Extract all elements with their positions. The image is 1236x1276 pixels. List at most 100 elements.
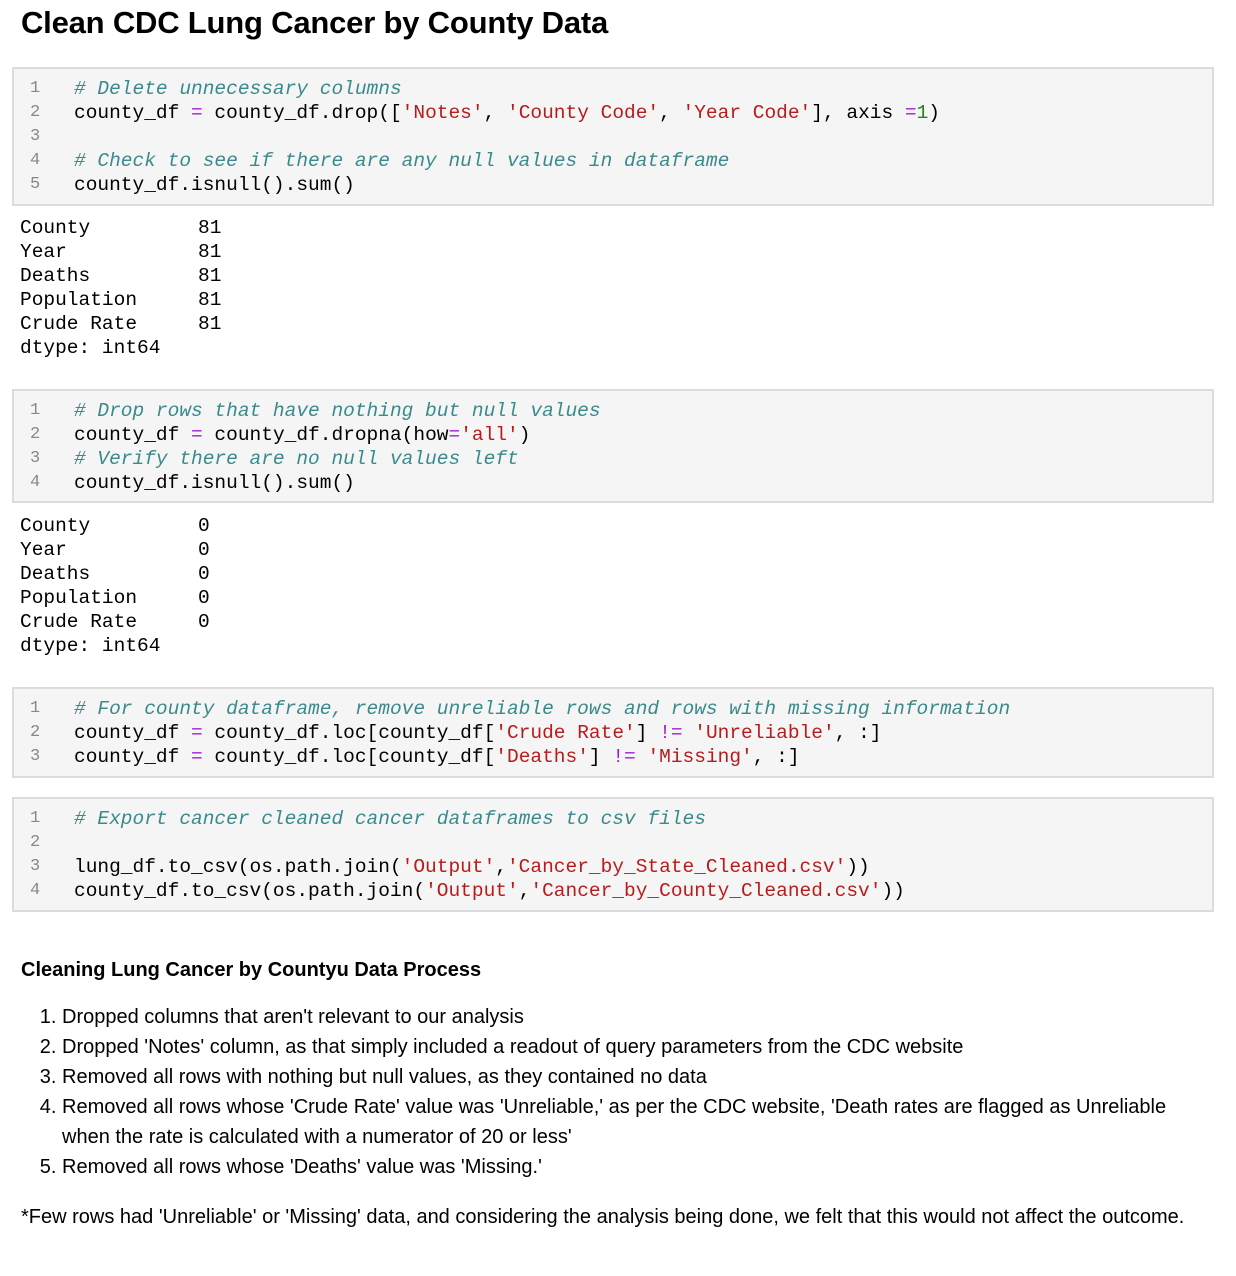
code-comment: # Export cancer cleaned cancer dataframe… [74, 808, 706, 830]
code-token: ] [588, 746, 613, 768]
output-key: Crude Rate [20, 313, 138, 335]
output-row: County 81 [20, 216, 221, 240]
code-text: # Drop rows that have nothing but null v… [74, 399, 601, 423]
code-token: )) [846, 856, 870, 878]
page-title: Clean CDC Lung Cancer by County Data [21, 5, 609, 40]
code-token: ], axis [811, 102, 905, 124]
code-token: county_df.loc[county_df[ [202, 746, 496, 768]
code-operator: != [659, 722, 683, 744]
code-token: county_df.dropna(how [202, 424, 449, 446]
code-token: , [483, 102, 507, 124]
line-number: 3 [30, 857, 41, 876]
code-text: county_df = county_df.loc[county_df['Dea… [74, 745, 800, 769]
code-cell[interactable]: 1 # Drop rows that have nothing but null … [12, 389, 1214, 503]
line-number: 3 [30, 747, 41, 766]
markdown-cell: Cleaning Lung Cancer by Countyu Data Pro… [21, 957, 1211, 1232]
output-key: Year [20, 539, 67, 561]
output-value: 81 [198, 289, 222, 311]
output-value: 0 [198, 515, 210, 537]
code-token: county_df.isnull().sum() [74, 472, 355, 494]
code-text: county_df = county_df.drop(['Notes', 'Co… [74, 101, 940, 125]
output-row: Population 0 [20, 586, 210, 610]
code-operator: = [191, 102, 203, 124]
output-row: Deaths 0 [20, 562, 210, 586]
code-text: county_df.isnull().sum() [74, 471, 355, 495]
cell-output: County 81 Year 81 Deaths 81 Population 81 Crude … [20, 216, 221, 360]
output-key: Crude Rate [20, 611, 138, 633]
line-number: 2 [30, 103, 41, 122]
line-number: 1 [30, 699, 41, 718]
list-item: Removed all rows whose 'Deaths' value wa… [62, 1152, 1211, 1182]
code-string: 'Cancer_by_State_Cleaned.csv' [506, 856, 847, 878]
code-operator: = [191, 746, 203, 768]
output-row: Deaths 81 [20, 264, 221, 288]
code-token: , [659, 102, 683, 124]
output-value: 81 [198, 313, 222, 335]
code-token: county_df.drop([ [202, 102, 402, 124]
code-string: 'County Code' [507, 102, 660, 124]
code-string: 'all' [460, 424, 519, 446]
code-operator: = [191, 424, 203, 446]
output-value: 0 [198, 563, 210, 585]
code-token: county_df [74, 746, 192, 768]
output-row: Year 81 [20, 240, 221, 264]
code-text: # Export cancer cleaned cancer dataframe… [74, 807, 706, 831]
code-token: , [518, 880, 531, 902]
code-string: 'Deaths' [495, 746, 589, 768]
list-item: Dropped columns that aren't relevant to … [62, 1002, 1211, 1032]
code-token: lung_df.to_csv(os.path.join( [74, 856, 402, 878]
code-token: county_df.to_csv(os.path.join( [74, 880, 426, 902]
code-token: , :] [752, 746, 800, 768]
line-number: 2 [30, 833, 41, 852]
code-comment: # Verify there are no null values left [74, 448, 519, 470]
output-key: County [20, 515, 91, 537]
code-cell[interactable]: 1 # Delete unnecessary columns 2 county_df … [12, 67, 1214, 206]
code-text: # Check to see if there are any null val… [74, 149, 729, 173]
output-value: 81 [198, 241, 222, 263]
output-value: 81 [198, 217, 222, 239]
code-string: 'Output' [401, 856, 496, 878]
output-key: Deaths [20, 563, 91, 585]
code-text: lung_df.to_csv(os.path.join('Output','Ca… [74, 855, 870, 879]
line-number: 2 [30, 723, 41, 742]
output-value: 81 [198, 265, 222, 287]
code-operator: = [904, 102, 917, 124]
code-operator: = [448, 424, 461, 446]
code-text: county_df.to_csv(os.path.join('Output','… [74, 879, 905, 903]
list-item: Removed all rows whose 'Crude Rate' valu… [62, 1092, 1211, 1152]
code-cell[interactable]: 1 # For county dataframe, remove unreliab… [12, 687, 1214, 778]
code-text: # Verify there are no null values left [74, 447, 519, 471]
output-row: County 0 [20, 514, 210, 538]
line-number: 1 [30, 401, 41, 420]
code-operator: != [612, 746, 636, 768]
line-number: 4 [30, 151, 41, 170]
code-token: ) [518, 424, 531, 446]
code-token: , :] [834, 722, 882, 744]
output-dtype: dtype: int64 [20, 337, 161, 359]
code-token: ) [928, 102, 940, 124]
code-string: 'Notes' [401, 102, 484, 124]
list-item: Removed all rows with nothing but null v… [62, 1062, 1211, 1092]
cell-output: County 0 Year 0 Deaths 0 Population 0 Crude Rate… [20, 514, 210, 658]
code-comment: # Drop rows that have nothing but null v… [74, 400, 601, 422]
code-comment: # Delete unnecessary columns [74, 78, 402, 100]
output-row: Year 0 [20, 538, 210, 562]
code-text: # Delete unnecessary columns [74, 77, 402, 101]
line-number: 1 [30, 809, 41, 828]
code-text: county_df.isnull().sum() [74, 173, 355, 197]
output-key: Deaths [20, 265, 91, 287]
code-token: ] [635, 722, 660, 744]
output-value: 0 [198, 611, 210, 633]
code-token: county_df [74, 722, 192, 744]
code-string: 'Output' [425, 880, 519, 902]
code-comment: # For county dataframe, remove unreliabl… [74, 698, 1011, 720]
code-string: 'Unreliable' [694, 722, 835, 744]
code-token: , [495, 856, 507, 878]
code-cell[interactable]: 1 # Export cancer cleaned cancer datafram… [12, 797, 1214, 912]
line-number: 2 [30, 425, 41, 444]
output-row: Crude Rate 0 [20, 610, 210, 634]
code-token: )) [881, 880, 905, 902]
line-number: 1 [30, 79, 41, 98]
